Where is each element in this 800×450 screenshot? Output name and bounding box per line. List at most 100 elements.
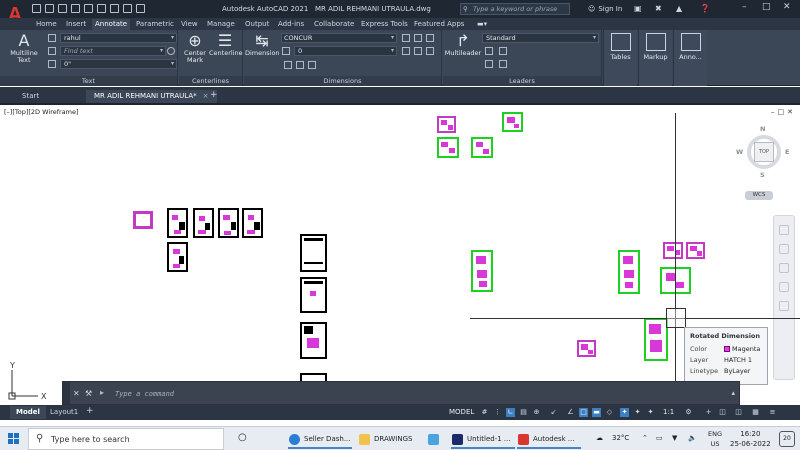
add-leader-icon[interactable] [485,47,493,55]
drawing-canvas[interactable]: [–][Top][2D Wireframe] –□✕ N TOP W E S W… [0,105,800,405]
floor-plan-selected[interactable] [471,137,493,158]
leaders-panel-label[interactable]: Leaders [443,76,601,86]
elevation-sheet[interactable] [300,234,327,272]
undo-icon[interactable] [110,4,119,13]
dimension-button[interactable]: ↹ Dimension [245,32,280,57]
tab-manage[interactable]: Manage [204,19,238,30]
taskbar-app-edge[interactable]: Seller Dash... [288,429,352,449]
tab-collaborate[interactable]: Collaborate [311,19,357,30]
viewcube[interactable]: N TOP W E S [736,125,789,185]
auto-scale-icon[interactable]: ✦ [633,408,642,417]
transparency-icon[interactable]: ◇ [605,408,614,417]
ribbon-options-icon[interactable]: ▬▾ [474,19,490,30]
center-mark-button[interactable]: ⊕ Center Mark [182,32,208,64]
floor-plan-selected[interactable] [644,318,668,361]
command-line-grip[interactable] [63,382,70,405]
plan-sheet[interactable] [167,208,188,238]
object-snap-icon[interactable]: □ [579,408,588,417]
floor-plan[interactable] [686,242,705,259]
exchange-icon[interactable]: ✖ [655,4,664,13]
wcs-menu[interactable]: WCS [745,191,773,200]
help-icon[interactable]: ❓ [700,4,710,13]
tab-home[interactable]: Home [33,19,60,30]
lineweight-icon[interactable]: ▬ [592,408,601,417]
maximize-button[interactable]: □ [762,2,771,12]
viewport-window-controls[interactable]: –□✕ [771,108,796,116]
compass-west[interactable]: W [736,148,743,156]
plan-sheet[interactable] [242,208,263,238]
notifications-icon[interactable]: 20 [779,431,795,447]
model-tab[interactable]: Model [10,406,46,419]
break-icon[interactable] [402,47,410,55]
leader-style-dropdown[interactable]: Standard [482,33,599,43]
battery-icon[interactable]: ▭ [656,434,663,442]
zoom-icon[interactable] [779,263,789,273]
ortho-icon[interactable]: ∟ [506,408,515,417]
autodesk-account-icon[interactable]: ▲ [676,4,685,13]
clean-screen-icon[interactable]: ▦ [751,408,760,417]
temperature[interactable]: 32°C [612,434,629,442]
tray-overflow-icon[interactable]: ⌃ [642,434,648,442]
markup-button[interactable]: Markup [638,30,672,86]
system-clock[interactable]: 16:20 25-06-2022 [730,429,771,449]
taskbar-app-autocad[interactable]: Autodesk ... [517,429,581,449]
keyword-search[interactable]: ⚲ Type a keyword or phrase [460,3,570,15]
dim-style-dropdown[interactable]: CONCUR [281,33,397,43]
redo-icon[interactable] [123,4,132,13]
showmotion-icon[interactable] [779,301,789,311]
taskbar-app-explorer[interactable]: DRAWINGS [358,429,416,449]
compass-east[interactable]: E [785,148,789,156]
tab-insert[interactable]: Insert [63,19,89,30]
multiline-text-button[interactable]: A Multiline Text [6,32,42,64]
compass-south[interactable]: S [760,171,765,179]
annotation-plus-icon[interactable]: + [704,408,713,417]
continue-icon[interactable] [414,34,422,42]
polar-tracking-icon[interactable]: ⊕ [532,408,541,417]
plan-sheet[interactable] [218,208,239,238]
compass-north[interactable]: N [760,125,765,133]
close-tab-icon[interactable]: × [203,92,209,100]
weather-icon[interactable]: ☁ [596,434,603,442]
start-tab[interactable]: Start [14,90,47,103]
tab-view[interactable]: View [178,19,201,30]
tab-parametric[interactable]: Parametric [133,19,177,30]
customize-icon[interactable]: ⚒ [85,389,92,398]
check-spelling-icon[interactable] [48,47,56,55]
tab-add-ins[interactable]: Add-ins [275,19,307,30]
new-tab-button[interactable]: + [210,90,218,100]
centerline-button[interactable]: ☰ Centerline [209,32,243,57]
floor-plan[interactable] [663,242,683,259]
volume-icon[interactable]: 🔈 [688,434,697,442]
tolerance-icon[interactable] [414,47,422,55]
override-icon[interactable] [308,61,316,69]
close-command-line-icon[interactable]: ✕ [73,389,80,398]
find-text-input[interactable]: Find text [60,46,166,56]
layout1-tab[interactable]: Layout1 [44,406,84,419]
floor-plan[interactable] [577,340,596,357]
oblique-icon[interactable] [284,61,292,69]
taskbar-search[interactable]: ⚲ Type here to search [28,428,224,450]
elevation-sheet[interactable] [300,277,327,313]
collect-leader-icon[interactable] [499,60,507,68]
sign-in-button[interactable]: Sign In [588,5,622,13]
annotation-scale[interactable]: 1:1 [663,408,674,416]
tab-output[interactable]: Output [242,19,272,30]
floor-plan-selected[interactable] [437,137,459,158]
object-snap-tracking-icon[interactable]: ∠ [566,408,575,417]
floor-plan-selected[interactable] [618,250,640,294]
snap-icon[interactable]: ⋮ [493,408,502,417]
text-style-dropdown[interactable]: rahul [60,33,177,43]
tables-button[interactable]: Tables [603,30,637,86]
plan-sheet[interactable] [193,208,214,238]
dim-layer-dropdown[interactable]: 0 [294,46,397,56]
web-icon[interactable] [97,4,106,13]
command-history-icon[interactable]: ▴ [731,389,735,397]
save-as-icon[interactable] [71,4,80,13]
annotation-monitor-icon[interactable]: ✦ [646,408,655,417]
drawing-block-outline[interactable] [133,211,153,229]
floor-plan[interactable] [437,116,456,133]
minimize-button[interactable]: – [742,2,747,12]
close-button[interactable]: ✕ [783,2,791,12]
workspace-gear-icon[interactable]: ⚙ [684,408,693,417]
hardware-acceleration-icon[interactable]: ◫ [734,408,743,417]
